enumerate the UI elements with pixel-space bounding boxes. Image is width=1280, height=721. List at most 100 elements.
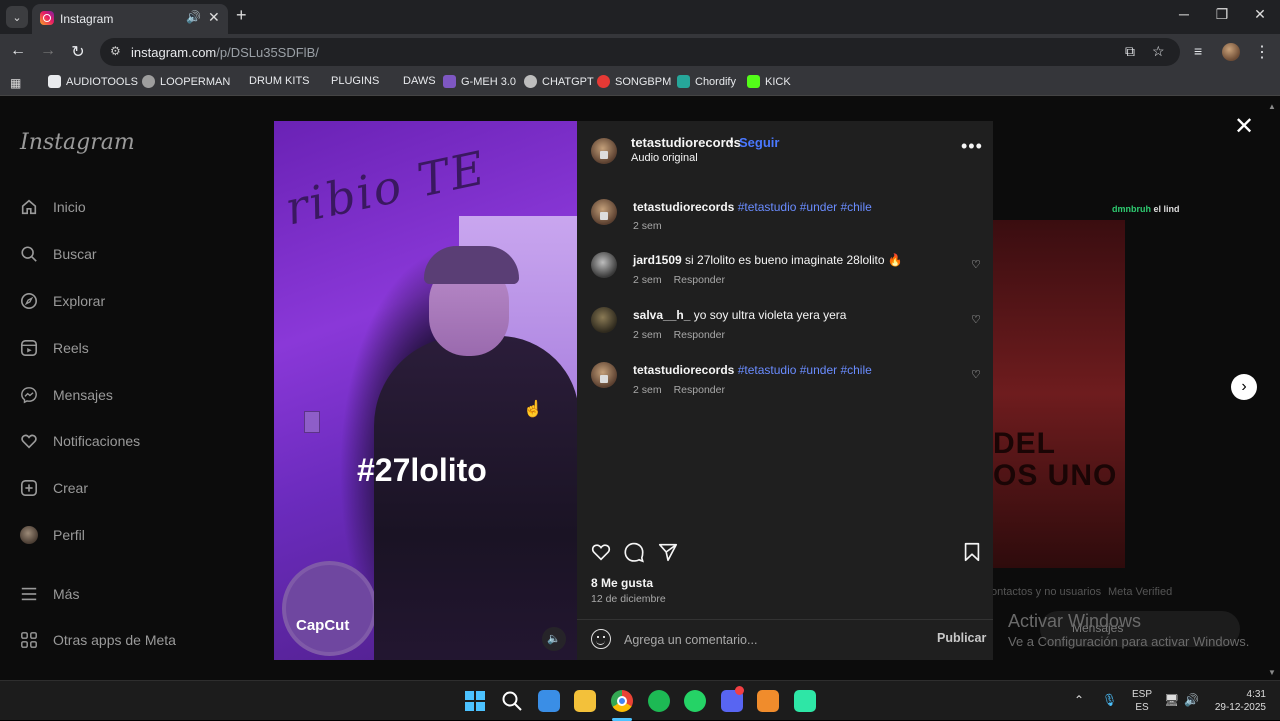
tab-search-menu-icon[interactable]: ⌄ [6, 6, 28, 28]
minimize-icon[interactable]: ─ [1174, 6, 1194, 22]
sidebar-item-perfil[interactable]: Perfil [20, 526, 85, 544]
taskbar-search-icon[interactable] [501, 690, 523, 712]
window-close-icon[interactable]: ✕ [1250, 6, 1270, 23]
tray-overflow-icon[interactable]: ⌃ [1074, 693, 1084, 707]
fl-studio-icon[interactable] [757, 690, 779, 712]
back-icon[interactable]: ← [8, 42, 28, 60]
forward-icon[interactable]: → [38, 42, 58, 60]
post-author-avatar[interactable] [591, 138, 617, 164]
g-meh-icon [443, 75, 456, 88]
bookmark-drum-kits[interactable]: DRUM KITS [249, 75, 310, 87]
sidebar-item-mas[interactable]: Más [20, 585, 79, 603]
comment-avatar[interactable] [591, 362, 617, 388]
comment-like-icon[interactable]: ♡ [971, 313, 981, 326]
reload-icon[interactable]: ↻ [68, 42, 88, 62]
sidebar-item-reels[interactable]: Reels [20, 339, 89, 357]
tab-close-icon[interactable]: ✕ [208, 9, 220, 26]
bookmark-songbpm[interactable]: SONGBPM [597, 75, 671, 88]
store-icon[interactable] [538, 690, 560, 712]
follow-button[interactable]: Seguir [739, 135, 779, 150]
instagram-logo[interactable]: Instagram [20, 130, 135, 155]
close-modal-icon[interactable]: ✕ [1234, 112, 1254, 141]
share-send-icon[interactable] [657, 541, 679, 563]
comment-like-icon[interactable]: ♡ [971, 368, 981, 381]
mouse-cursor-icon: ☝ [523, 401, 543, 418]
publish-button[interactable]: Publicar [937, 631, 986, 645]
likes-count[interactable]: 8 Me gusta [591, 576, 653, 590]
media-control-icon[interactable]: ≡ [1194, 43, 1202, 59]
sidebar-item-explorar[interactable]: Explorar [20, 292, 105, 310]
comment-input[interactable] [624, 630, 924, 650]
post-video[interactable]: ribio TE #27lolito CapCut 🔈 ☝ [274, 121, 577, 660]
like-heart-icon[interactable] [590, 541, 612, 563]
volume-icon[interactable]: 🔊 [1184, 693, 1199, 707]
reply-link[interactable]: Responder [674, 274, 725, 286]
scroll-up-arrow-icon[interactable]: ▲ [1268, 102, 1276, 111]
url-text[interactable]: instagram.com/p/DSLu35SDFlB/ [131, 45, 319, 60]
post-author-username[interactable]: tetastudiorecords [631, 135, 741, 150]
app-icon[interactable] [794, 690, 816, 712]
microphone-icon[interactable]: 🎙 [1102, 693, 1117, 707]
capcut-watermark: CapCut [296, 617, 350, 634]
audio-label[interactable]: Audio original [631, 152, 698, 164]
sidebar-item-buscar[interactable]: Buscar [20, 245, 97, 263]
windows-taskbar: ⌃ 🎙 ESP ES 🖥 🔊 4:31 29-12-2025 [0, 680, 1280, 721]
apps-grid-icon[interactable]: ▦ [10, 76, 21, 90]
site-info-icon[interactable]: ⚙ [110, 44, 121, 58]
scroll-down-arrow-icon[interactable]: ▼ [1268, 668, 1276, 677]
file-explorer-icon[interactable] [574, 690, 596, 712]
tab-audio-icon[interactable]: 🔊 [186, 10, 201, 24]
comment-avatar[interactable] [591, 307, 617, 333]
bookmark-kick[interactable]: KICK [747, 75, 791, 88]
bookmark-chatgpt[interactable]: CHATGPT [524, 75, 594, 88]
next-post-icon[interactable]: › [1231, 374, 1257, 400]
more-options-icon[interactable]: ••• [961, 136, 983, 157]
save-bookmark-icon[interactable] [961, 541, 983, 563]
whatsapp-icon[interactable] [684, 690, 706, 712]
profile-avatar[interactable] [1222, 43, 1240, 61]
instagram-favicon-icon [40, 11, 54, 25]
background-footer-link: ontactos y no usuarios [991, 586, 1102, 598]
language-indicator[interactable]: ESP ES [1132, 688, 1152, 714]
home-icon [21, 199, 37, 215]
comment-bubble-icon[interactable] [623, 541, 645, 563]
comment-text: jard1509 si 27lolito es bueno imaginate … [633, 253, 903, 267]
windows-start-icon[interactable] [464, 690, 486, 712]
address-bar[interactable]: ⚙ instagram.com/p/DSLu35SDFlB/ ⧉ ☆ [100, 38, 1180, 66]
spotify-icon[interactable] [648, 690, 670, 712]
browser-menu-icon[interactable]: ⋮ [1254, 42, 1270, 62]
bookmark-chordify[interactable]: Chordify [677, 75, 736, 88]
restore-icon[interactable]: ❐ [1212, 6, 1232, 23]
chrome-icon[interactable] [611, 690, 633, 712]
bookmark-daws[interactable]: DAWS [403, 75, 436, 87]
new-tab-icon[interactable]: + [236, 5, 247, 26]
audiotools-icon [48, 75, 61, 88]
chatgpt-icon [524, 75, 537, 88]
reply-link[interactable]: Responder [674, 384, 725, 396]
clock[interactable]: 4:31 29-12-2025 [1206, 688, 1266, 714]
bookmark-plugins[interactable]: PLUGINS [331, 75, 379, 87]
bookmark-audiotools[interactable]: AUDIOTOOLS [48, 75, 138, 88]
mute-toggle-icon[interactable]: 🔈 [542, 627, 566, 651]
sidebar-item-inicio[interactable]: Inicio [20, 198, 86, 216]
comment-avatar[interactable] [591, 252, 617, 278]
network-icon[interactable]: 🖥 [1164, 693, 1179, 707]
bookmark-looperman[interactable]: LOOPERMAN [142, 75, 230, 88]
bookmark-star-icon[interactable]: ☆ [1152, 43, 1165, 60]
sidebar-item-crear[interactable]: Crear [20, 479, 88, 497]
sidebar-item-notificaciones[interactable]: Notificaciones [20, 432, 140, 450]
browser-tab[interactable]: Instagram 🔊 ✕ [32, 4, 228, 34]
emoji-picker-icon[interactable] [591, 629, 611, 649]
background-post-image [993, 220, 1125, 568]
comment-like-icon[interactable]: ♡ [971, 258, 981, 271]
profile-avatar-icon [20, 526, 38, 544]
reply-link[interactable]: Responder [674, 329, 725, 341]
kick-icon [747, 75, 760, 88]
caption-avatar[interactable] [591, 199, 617, 225]
menu-icon [21, 587, 37, 601]
sidebar-item-mensajes[interactable]: Mensajes [20, 386, 113, 404]
install-app-icon[interactable]: ⧉ [1125, 43, 1135, 60]
sidebar-item-meta-apps[interactable]: Otras apps de Meta [20, 631, 176, 649]
discord-icon[interactable] [721, 686, 744, 712]
bookmark-g-meh[interactable]: G-MEH 3.0 [443, 75, 516, 88]
